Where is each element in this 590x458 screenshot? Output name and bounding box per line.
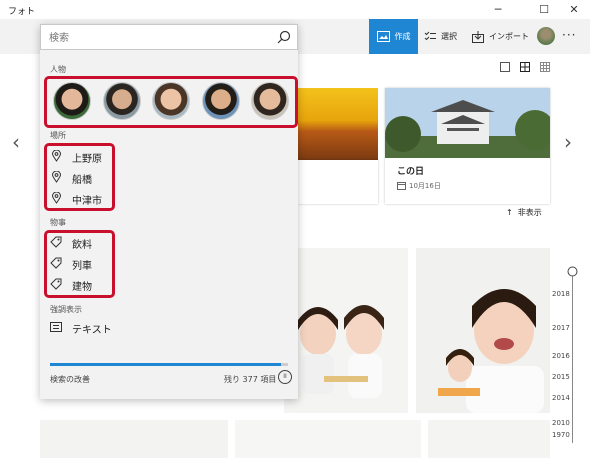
search-panel: 人物 場所 上野原 船橋 中津市 物事 飲料 列車 建物 強調表示 テキスト 検… (40, 24, 298, 399)
create-icon (376, 31, 390, 42)
indexing-progress-bar (50, 363, 288, 366)
tag-icon (50, 257, 62, 272)
person-face-2[interactable] (103, 82, 141, 120)
person-face-4[interactable] (202, 82, 240, 120)
place-label: 中津市 (72, 195, 102, 207)
import-button[interactable]: インポート (472, 19, 529, 54)
next-arrow[interactable]: › (564, 130, 572, 154)
arrow-up-icon: ↑ (506, 208, 513, 217)
thing-label: 建物 (72, 281, 92, 293)
people-section-label: 人物 (50, 65, 66, 74)
thing-item[interactable]: 建物 (50, 276, 92, 294)
timeline-year[interactable]: 2016 (552, 352, 570, 360)
indexing-status: 検索の改善 (50, 375, 90, 384)
indexing-progress-fill (50, 363, 281, 366)
close-button[interactable]: ✕ (560, 0, 588, 19)
minimize-button[interactable]: ─ (484, 0, 512, 19)
bottom-photo-1[interactable] (40, 420, 228, 458)
place-label: 船橋 (72, 174, 92, 186)
search-icon[interactable] (277, 30, 291, 44)
small-tiles-icon[interactable] (540, 62, 550, 72)
place-item[interactable]: 上野原 (50, 148, 102, 166)
hide-link[interactable]: ↑ 非表示 (506, 207, 542, 218)
castle-photo (385, 88, 550, 158)
thing-label: 飲料 (72, 239, 92, 251)
location-pin-icon (50, 191, 62, 207)
timeline-line (572, 268, 573, 443)
timeline-year[interactable]: 1970 (552, 431, 570, 439)
timeline-year[interactable]: 2010 (552, 419, 570, 427)
timeline-handle[interactable] (567, 266, 578, 277)
thing-label: 列車 (72, 260, 92, 272)
text-icon (50, 321, 62, 335)
thing-item[interactable]: 飲料 (50, 234, 92, 252)
bottom-photo-3[interactable] (428, 420, 550, 458)
hide-label: 非表示 (517, 208, 542, 217)
maximize-button[interactable]: ☐ (530, 0, 558, 19)
create-label: 作成 (394, 32, 411, 41)
things-section-label: 物事 (50, 218, 66, 227)
app-title: フォト (8, 7, 36, 17)
create-button[interactable]: 作成 (369, 19, 418, 54)
thing-item[interactable]: 列車 (50, 255, 92, 273)
location-pin-icon (50, 170, 62, 186)
select-label: 選択 (441, 32, 457, 41)
more-options-button[interactable]: ··· (562, 28, 576, 42)
emphasis-item[interactable]: テキスト (50, 319, 112, 337)
timeline-year[interactable]: 2014 (552, 394, 570, 402)
search-input[interactable] (49, 30, 269, 46)
kids-illustration (298, 305, 384, 398)
pause-button[interactable]: II (278, 370, 292, 384)
place-item[interactable]: 中津市 (50, 190, 102, 208)
import-label: インポート (489, 32, 529, 41)
select-button[interactable]: 選択 (424, 19, 457, 54)
title-bar: フォト ─ ☐ ✕ (0, 0, 590, 19)
this-day-card[interactable]: この日 10月16日 (385, 88, 550, 204)
emphasis-section-label: 強調表示 (50, 305, 82, 314)
timeline-year[interactable]: 2015 (552, 373, 570, 381)
previous-arrow[interactable]: ‹ (12, 130, 20, 154)
places-section-label: 場所 (50, 131, 66, 140)
tag-icon (50, 278, 62, 293)
place-label: 上野原 (72, 153, 102, 165)
account-avatar[interactable] (537, 27, 555, 45)
pause-icon: II (283, 373, 287, 380)
card-title: この日 (397, 167, 425, 177)
person-face-1[interactable] (53, 82, 91, 120)
card-date: 10月16日 (409, 182, 441, 190)
location-pin-icon (50, 149, 62, 165)
timeline-scrubber[interactable]: 2018 2017 2016 2015 2014 2010 1970 (540, 250, 580, 450)
food-photo[interactable] (298, 88, 378, 160)
timeline-year[interactable]: 2018 (552, 290, 570, 298)
food-card-footer (298, 160, 378, 204)
place-item[interactable]: 船橋 (50, 169, 92, 187)
bottom-photo-2[interactable] (235, 420, 421, 458)
timeline-year[interactable]: 2017 (552, 324, 570, 332)
person-face-3[interactable] (152, 82, 190, 120)
view-options (500, 62, 550, 74)
search-box (40, 24, 298, 50)
medium-tiles-icon[interactable] (520, 62, 530, 72)
girl-illustration (438, 289, 544, 413)
person-face-5[interactable] (251, 82, 289, 120)
remaining-items: 残り 377 項目 (224, 375, 277, 384)
import-icon (472, 30, 484, 43)
kids-photo[interactable] (284, 248, 408, 413)
calendar-icon (397, 182, 406, 190)
checklist-icon (424, 31, 436, 41)
large-tiles-icon[interactable] (500, 62, 510, 72)
emphasis-label: テキスト (72, 324, 112, 336)
girl-photo[interactable] (416, 248, 550, 413)
tag-icon (50, 236, 62, 251)
